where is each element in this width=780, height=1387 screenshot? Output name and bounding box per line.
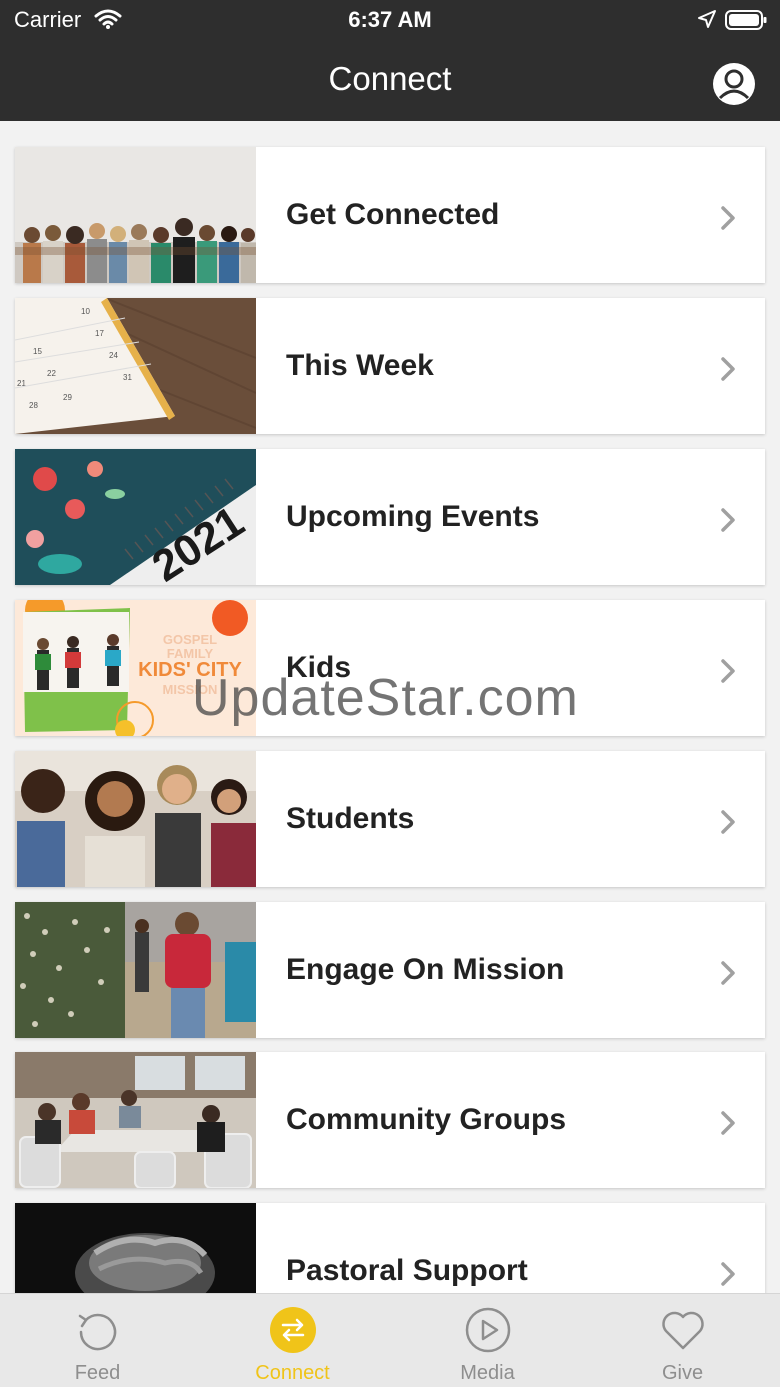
- kids-text-line: GOSPEL: [163, 632, 217, 647]
- list-item-community-groups[interactable]: Community Groups: [15, 1052, 765, 1188]
- list-item-upcoming-events[interactable]: 2021 Upcoming Events: [15, 449, 765, 585]
- item-label: Upcoming Events: [286, 500, 540, 533]
- calendar-number: 28: [29, 401, 38, 410]
- page-title: Connect: [328, 60, 452, 97]
- play-icon: [465, 1307, 511, 1353]
- item-label: Kids: [286, 651, 352, 684]
- mission-photo-thumbnail: [15, 902, 256, 1038]
- calendar-number: 29: [63, 393, 72, 402]
- chevron-right-icon: [721, 1262, 735, 1286]
- list-item-students[interactable]: Students: [15, 751, 765, 887]
- tab-media[interactable]: Media: [390, 1294, 585, 1387]
- item-label: Engage On Mission: [286, 953, 565, 986]
- location-arrow-icon: [698, 10, 716, 28]
- list-item-engage-on-mission[interactable]: Engage On Mission: [15, 902, 765, 1038]
- calendar-number: 24: [109, 351, 118, 360]
- calendar-photo-thumbnail: 10 17 15 24 22 31 21 29 28: [15, 298, 256, 434]
- calendar-number: 22: [47, 369, 56, 378]
- item-label: Community Groups: [286, 1103, 567, 1136]
- group-photo-thumbnail: [15, 147, 256, 283]
- item-label: Pastoral Support: [286, 1254, 528, 1287]
- chevron-right-icon: [721, 1111, 735, 1135]
- planner-2021-thumbnail: 2021: [15, 449, 256, 585]
- chevron-right-icon: [721, 508, 735, 532]
- item-label: Students: [286, 802, 415, 835]
- item-label: Get Connected: [286, 198, 500, 231]
- heart-icon: [662, 1311, 704, 1350]
- status-time: 6:37 AM: [348, 7, 432, 32]
- connect-list: Get Connected 10 17 15 24 22 31 21 29 28…: [0, 121, 780, 1293]
- status-bar: Carrier 6:37 AM: [0, 0, 780, 40]
- chevron-right-icon: [721, 357, 735, 381]
- tab-label: Media: [460, 1362, 515, 1384]
- calendar-number: 31: [123, 373, 132, 382]
- kids-city-thumbnail: GOSPEL FAMILY KIDS' CITY MISSION: [15, 600, 256, 736]
- refresh-icon: [78, 1313, 117, 1351]
- tab-bar: Feed Connect Media Give: [0, 1293, 780, 1387]
- tab-give[interactable]: Give: [585, 1294, 780, 1387]
- list-item-this-week[interactable]: 10 17 15 24 22 31 21 29 28 This Week: [15, 298, 765, 434]
- calendar-number: 17: [95, 329, 104, 338]
- list-item-get-connected[interactable]: Get Connected: [15, 147, 765, 283]
- tab-connect[interactable]: Connect: [195, 1294, 390, 1387]
- kids-text-line: KIDS' CITY: [138, 659, 242, 681]
- list-item-kids[interactable]: GOSPEL FAMILY KIDS' CITY MISSION Kids: [15, 600, 765, 736]
- community-groups-photo-thumbnail: [15, 1052, 256, 1188]
- kids-text-line: MISSION: [163, 682, 218, 697]
- calendar-number: 15: [33, 347, 42, 356]
- tab-feed[interactable]: Feed: [0, 1294, 195, 1387]
- students-photo-thumbnail: [15, 751, 256, 887]
- chevron-right-icon: [721, 961, 735, 985]
- tab-label: Give: [661, 1362, 704, 1384]
- profile-icon[interactable]: [712, 62, 756, 106]
- chevron-right-icon: [721, 810, 735, 834]
- swap-arrows-icon: [270, 1307, 316, 1353]
- list-item-pastoral-support[interactable]: Pastoral Support: [15, 1203, 765, 1293]
- nav-bar: Connect: [0, 40, 780, 121]
- chevron-right-icon: [721, 659, 735, 683]
- chevron-right-icon: [721, 206, 735, 230]
- praying-hands-thumbnail: [15, 1203, 256, 1293]
- tab-label: Connect: [255, 1362, 330, 1384]
- item-label: This Week: [286, 349, 434, 382]
- calendar-number: 10: [81, 307, 90, 316]
- battery-icon: [725, 10, 767, 30]
- tab-label: Feed: [74, 1362, 121, 1384]
